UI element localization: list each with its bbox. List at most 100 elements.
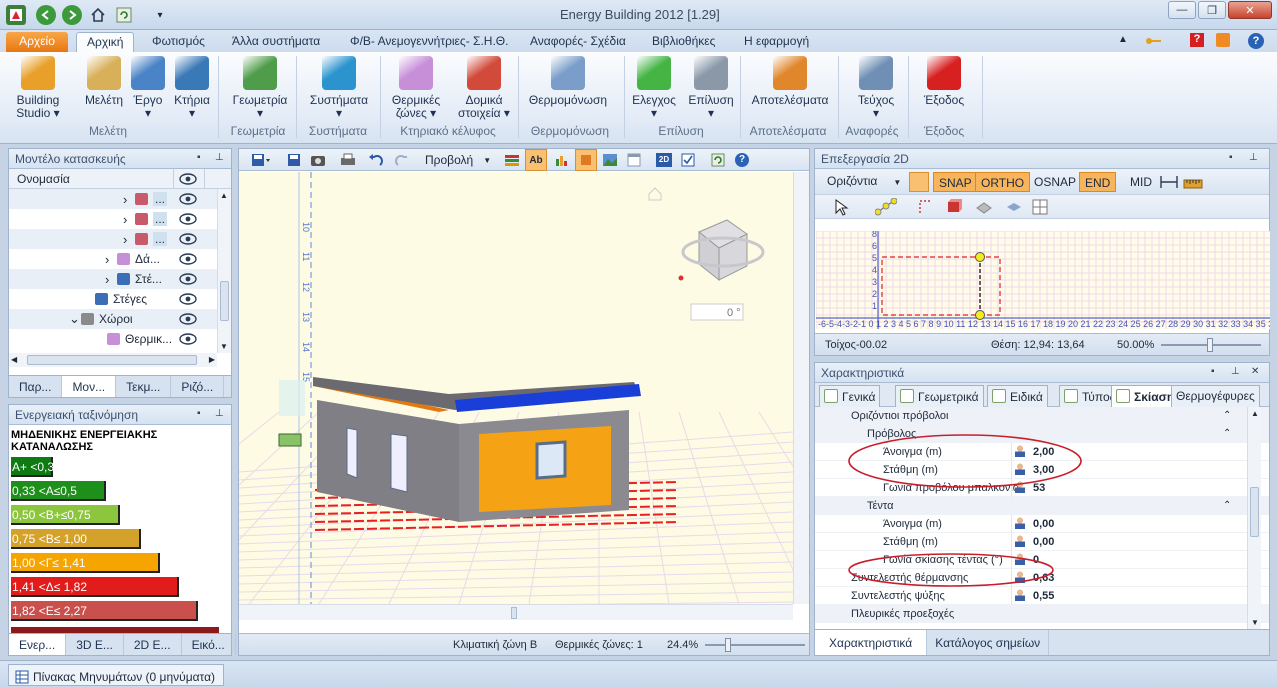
insulation-button[interactable]: Θερμομόνωση — [528, 56, 608, 107]
rss-icon[interactable] — [1216, 33, 1230, 47]
2d-plan-canvas[interactable]: -6-5-4-3-2-1 0 1 2 3 4 5 6 7 8 9 10 11 1… — [816, 231, 1270, 329]
eye-icon[interactable] — [179, 253, 197, 265]
zoom-slider[interactable] — [705, 638, 805, 652]
prop-tab-1[interactable]: Γεωμετρικά — [895, 385, 984, 407]
tab-points-list[interactable]: Κατάλογος σημείων — [927, 630, 1050, 655]
eye-icon[interactable] — [179, 293, 197, 305]
save-dropdown-icon[interactable] — [247, 149, 275, 171]
help-red-icon[interactable]: ? — [1190, 33, 1204, 47]
panel-dock-icon[interactable]: ▪ — [1211, 366, 1215, 377]
coefficient-row[interactable]: Συντελεστής ψύξης 0,55 — [815, 587, 1269, 605]
prop-tab-5[interactable]: Θερμογέφυρες — [1171, 385, 1260, 407]
snap-mid-toggle[interactable]: MID — [1125, 172, 1157, 192]
slab-icon[interactable] — [975, 198, 993, 216]
tab-image[interactable]: Εικό... — [182, 634, 236, 655]
property-row[interactable]: Γωνία προβόλου μπαλκονιο 53 — [815, 479, 1269, 497]
eye-icon[interactable] — [179, 213, 197, 225]
study-button[interactable]: Μελέτη — [82, 56, 126, 107]
wall-node[interactable] — [975, 310, 985, 320]
prop-tab-4[interactable]: Σκίαση — [1111, 385, 1180, 407]
redo-icon[interactable] — [391, 149, 413, 171]
home-icon[interactable] — [88, 5, 108, 25]
tree-row[interactable]: ⌄ Χώροι — [9, 309, 231, 329]
thermal-zones-button[interactable]: Θερμικές ζώνες ▾ — [386, 56, 446, 120]
collapse-icon[interactable]: ⌃ — [1223, 428, 1231, 439]
tree-row[interactable]: Στέγες — [9, 289, 231, 309]
property-value[interactable]: 0,55 — [1033, 590, 1054, 602]
edit2d-zoom-slider[interactable] — [1161, 338, 1261, 352]
structural-elements-button[interactable]: Δομικά στοιχεία ▾ — [454, 56, 514, 120]
minimize-button[interactable]: — — [1168, 1, 1196, 19]
results-button[interactable]: Αποτελέσματα — [748, 56, 832, 107]
buildings-button[interactable]: Κτήρια ▾ — [170, 56, 214, 120]
panel-dock-icon[interactable]: ▪ — [197, 152, 201, 163]
tree-row[interactable]: Θερμικ... — [9, 329, 231, 349]
diamond-icon[interactable] — [1005, 198, 1023, 216]
customize-qat-icon[interactable]: ▾ — [150, 5, 170, 25]
help-icon[interactable]: ? — [1248, 33, 1264, 49]
ruler-icon[interactable] — [1183, 173, 1203, 191]
property-value[interactable]: 0 — [1033, 554, 1039, 566]
polyline-icon[interactable] — [874, 197, 898, 216]
select-arrow-icon[interactable] — [833, 198, 851, 216]
expand-icon[interactable]: ⌄ — [69, 311, 80, 327]
property-row[interactable]: Άνοιγμα (m) 2,00 — [815, 443, 1269, 461]
property-value[interactable]: 0,00 — [1033, 536, 1054, 548]
shading-icon[interactable] — [575, 149, 597, 171]
back-icon[interactable] — [36, 5, 56, 25]
close-window-button[interactable]: ✕ — [1228, 1, 1272, 19]
building-studio-button[interactable]: Building Studio ▾ — [12, 56, 64, 120]
collapse-icon[interactable]: ⌃ — [1223, 410, 1231, 421]
expand-icon[interactable]: › — [105, 252, 109, 267]
property-row[interactable]: Στάθμη (m) 3,00 — [815, 461, 1269, 479]
property-value[interactable]: 3,00 — [1033, 464, 1054, 476]
eye-icon[interactable] — [179, 273, 197, 285]
tab-characteristics[interactable]: Χαρακτηριστικά — [815, 630, 928, 655]
viewport-hscroll[interactable] — [239, 604, 793, 620]
wall-block-icon[interactable] — [945, 198, 963, 216]
tree-row[interactable]: › Δά... — [9, 249, 231, 269]
tab-model[interactable]: Μον... — [62, 376, 117, 397]
refresh-icon[interactable] — [114, 5, 134, 25]
check-doc-icon[interactable] — [677, 149, 699, 171]
systems-button[interactable]: Συστήματα ▾ — [306, 56, 372, 120]
report-button[interactable]: Τεύχος ▾ — [852, 56, 900, 120]
property-value[interactable]: 53 — [1033, 482, 1045, 494]
coefficient-row[interactable]: Συντελεστής θέρμανσης 0,63 — [815, 569, 1269, 587]
close-panel-icon[interactable]: ✕ — [1251, 366, 1259, 377]
snap-end-toggle[interactable]: END — [1079, 172, 1117, 192]
tab-application[interactable]: Η εφαρμογή — [734, 32, 819, 52]
key-icon[interactable] — [1145, 34, 1163, 48]
text-label-icon[interactable]: Ab — [525, 149, 547, 171]
pin-icon[interactable]: ⊥ — [1249, 152, 1258, 163]
property-value[interactable]: 0,00 — [1033, 518, 1054, 530]
solve-button[interactable]: Επίλυση ▾ — [686, 56, 736, 120]
exit-button[interactable]: Έξοδος — [920, 56, 968, 107]
view-2d-icon[interactable]: 2D — [653, 149, 675, 171]
property-value[interactable]: 2,00 — [1033, 446, 1054, 458]
3d-scene[interactable]: 1011121314150 ° — [239, 172, 793, 604]
tree-row[interactable]: › Στέ... — [9, 269, 231, 289]
maximize-button[interactable]: ❐ — [1198, 1, 1226, 19]
panel-dock-icon[interactable]: ▪ — [197, 408, 201, 419]
tab-reports[interactable]: Αναφορές- Σχέδια — [520, 32, 636, 52]
property-row[interactable]: Γωνία σκίασης τέντας (°) 0 — [815, 551, 1269, 569]
info-icon[interactable]: ? — [731, 149, 753, 171]
pin-icon[interactable]: ⊥ — [215, 152, 224, 163]
bar-chart-icon[interactable] — [551, 149, 573, 171]
expand-icon[interactable]: › — [123, 232, 127, 247]
tree-scrollbar[interactable]: ▲ ▼ — [217, 189, 231, 353]
eye-icon[interactable] — [179, 173, 197, 185]
grid-snap-icon[interactable] — [909, 172, 929, 192]
collapse-icon[interactable]: ⌃ — [1223, 500, 1231, 511]
tab-roots[interactable]: Ριζό... — [171, 376, 225, 397]
project-button[interactable]: Έργο ▾ — [130, 56, 166, 120]
snap-snap-toggle[interactable]: SNAP — [933, 172, 978, 192]
landscape-icon[interactable] — [599, 149, 621, 171]
geometry-button[interactable]: Γεωμετρία ▾ — [228, 56, 292, 120]
tab-2d[interactable]: 2D E... — [124, 634, 182, 655]
layers-icon[interactable] — [501, 149, 523, 171]
view-dropdown[interactable]: Προβολή ▼ — [425, 149, 495, 171]
property-row[interactable]: Άνοιγμα (m) 0,00 — [815, 515, 1269, 533]
prop-tab-2[interactable]: Ειδικά — [987, 385, 1048, 407]
